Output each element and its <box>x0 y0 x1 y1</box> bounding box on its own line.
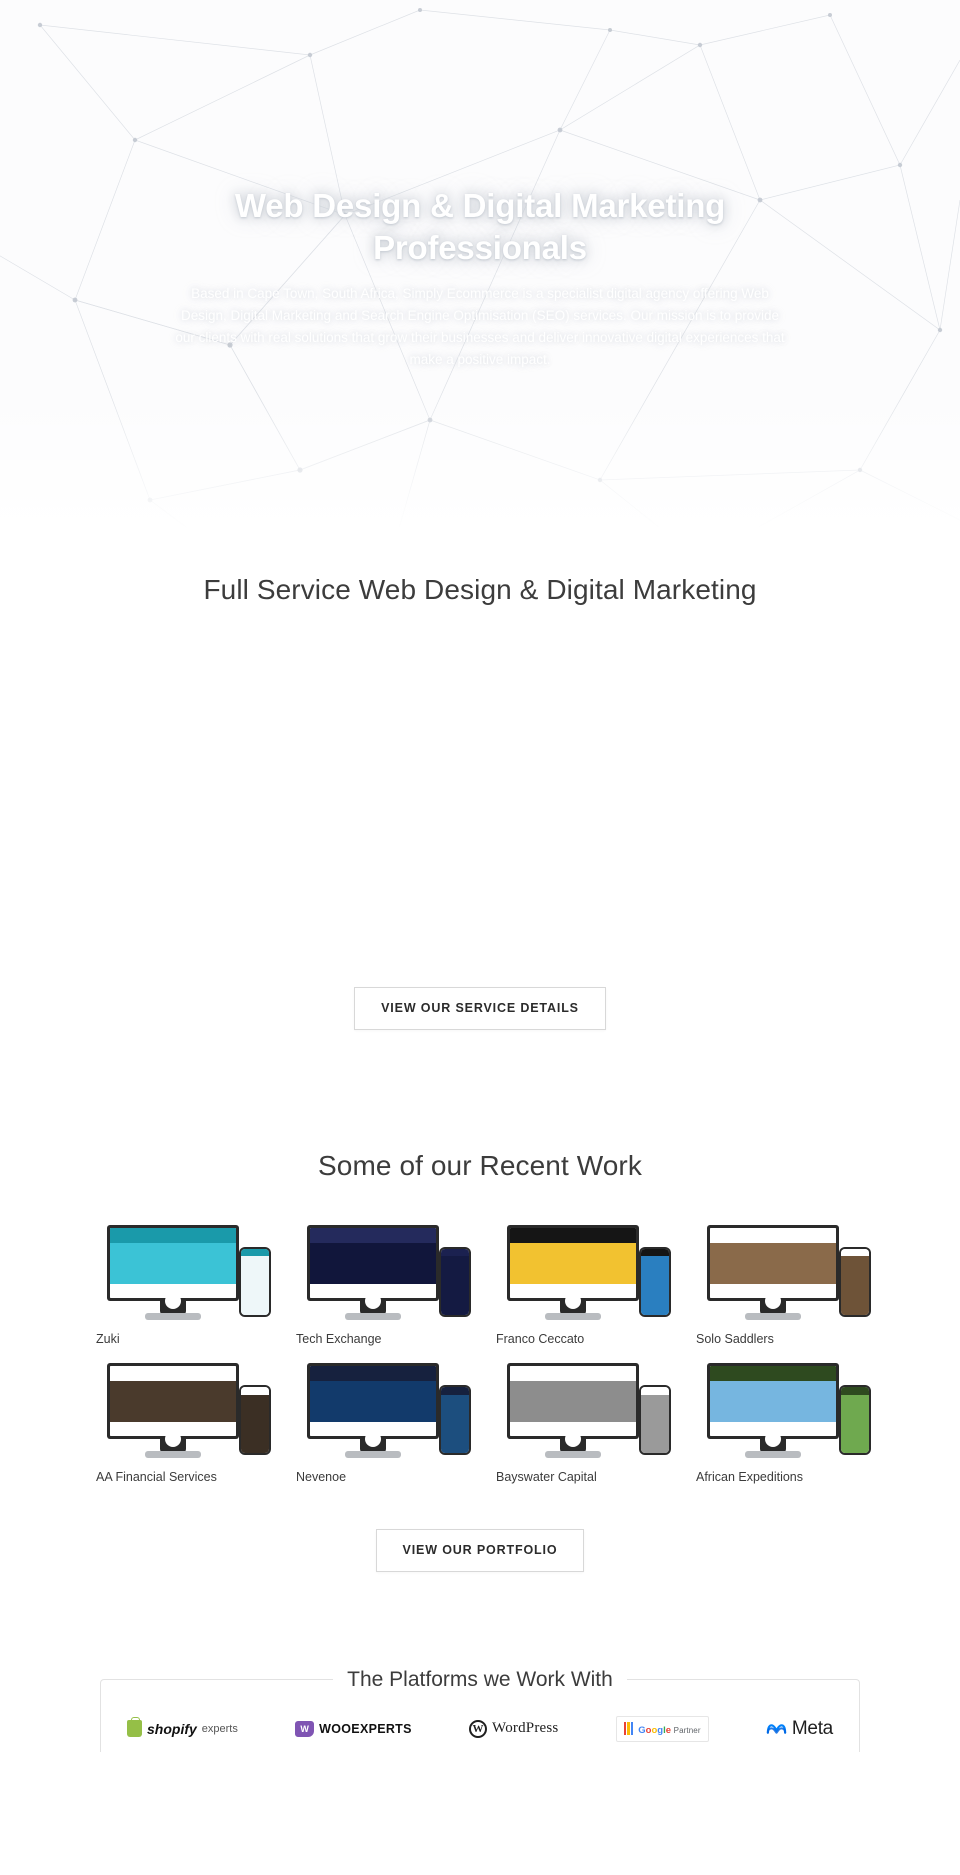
meta-logo[interactable]: Meta <box>766 1718 833 1740</box>
hero-bottom-fade <box>0 390 960 560</box>
portfolio-item[interactable]: African Expeditions <box>680 1361 880 1485</box>
mobile-mockup <box>839 1384 871 1455</box>
cart-icon <box>457 661 503 707</box>
desktop-mockup <box>307 1224 439 1320</box>
portfolio-item-label: African Expeditions <box>696 1469 804 1484</box>
portfolio-item-label: Bayswater Capital <box>496 1469 597 1484</box>
woocommerce-icon <box>295 1720 315 1737</box>
services-title: Full Service Web Design & Digital Market… <box>203 574 757 605</box>
portfolio-thumbnail <box>101 1223 273 1327</box>
chart-icon <box>739 661 785 707</box>
desktop-mockup <box>107 1224 239 1320</box>
platforms-section: The Platforms we Work With shopify exper… <box>0 1667 960 1753</box>
wordpress-icon <box>469 1719 488 1738</box>
shopify-logo-suffix: experts <box>201 1722 238 1735</box>
portfolio-grid: Zuki Tech Exchange Franco Ceccato Solo Sadd… <box>80 1223 880 1486</box>
meta-infinity-icon <box>766 1722 787 1736</box>
wooexperts-logo-text: WOOEXPERTS <box>319 1721 412 1736</box>
wordpress-logo-text: WordPress <box>492 1720 559 1737</box>
mobile-mockup <box>639 1384 671 1455</box>
mobile-mockup <box>239 1384 271 1455</box>
desktop-mockup <box>707 1224 839 1320</box>
mobile-mockup <box>639 1246 671 1317</box>
hero-content: Web Design & Digital Marketing Professio… <box>170 185 790 371</box>
google-partner-text: Google Partner <box>638 1721 700 1738</box>
wordpress-logo[interactable]: WordPress <box>469 1719 559 1738</box>
portfolio-item-label: Solo Saddlers <box>696 1331 774 1346</box>
google-partner-logo[interactable]: Google Partner <box>615 1715 709 1743</box>
desktop-mockup <box>507 1362 639 1458</box>
megaphone-icon <box>457 795 503 841</box>
shopify-logo-text: shopify <box>147 1720 197 1737</box>
portfolio-item[interactable]: Franco Ceccato <box>480 1223 680 1347</box>
portfolio-thumbnail <box>101 1361 273 1465</box>
portfolio-item-label: Franco Ceccato <box>496 1331 585 1346</box>
mobile-mockup <box>439 1384 471 1455</box>
portfolio-item[interactable]: AA Financial Services <box>80 1361 280 1485</box>
mobile-mockup <box>839 1246 871 1317</box>
portfolio-thumbnail <box>701 1223 873 1327</box>
landing-page: Web Design & Digital Marketing Professio… <box>0 0 960 1875</box>
gear-icon <box>739 795 785 841</box>
hero-paragraph: Based in Cape Town, South Africa, Simply… <box>175 286 785 368</box>
portfolio-item-label: Nevenoe <box>296 1469 347 1484</box>
portfolio-item[interactable]: Nevenoe <box>280 1361 480 1485</box>
portfolio-thumbnail <box>301 1223 473 1327</box>
desktop-mockup <box>507 1224 639 1320</box>
view-portfolio-button[interactable]: VIEW OUR PORTFOLIO <box>375 1529 585 1572</box>
search-icon <box>175 795 221 841</box>
portfolio-thumbnail <box>701 1361 873 1465</box>
desktop-mockup <box>707 1362 839 1458</box>
desktop-mockup <box>107 1362 239 1458</box>
portfolio-title: Some of our Recent Work <box>318 1149 642 1181</box>
services-grid <box>70 661 890 891</box>
portfolio-item[interactable]: Bayswater Capital <box>480 1361 680 1485</box>
google-wordmark: Google <box>638 1724 672 1736</box>
services-section: Full Service Web Design & Digital Market… <box>0 560 960 1030</box>
portfolio-item-label: Zuki <box>96 1331 120 1346</box>
portfolio-thumbnail <box>501 1223 673 1327</box>
hero-section: Web Design & Digital Marketing Professio… <box>0 0 960 560</box>
portfolio-cta-row: VIEW OUR PORTFOLIO <box>0 1529 960 1572</box>
mobile-mockup <box>239 1246 271 1317</box>
hero-title: Web Design & Digital Marketing Professio… <box>234 187 726 267</box>
services-cta-row: VIEW OUR SERVICE DETAILS <box>0 987 960 1030</box>
shopify-experts-logo[interactable]: shopify experts <box>127 1717 238 1738</box>
monitor-icon <box>175 661 221 707</box>
meta-logo-text: Meta <box>791 1717 833 1739</box>
view-service-details-button[interactable]: VIEW OUR SERVICE DETAILS <box>354 987 606 1030</box>
desktop-mockup <box>307 1362 439 1458</box>
mobile-mockup <box>439 1246 471 1317</box>
portfolio-thumbnail <box>501 1361 673 1465</box>
portfolio-thumbnail <box>301 1361 473 1465</box>
portfolio-section: Some of our Recent Work Zuki Tech Exchang… <box>0 1148 960 1572</box>
shopify-bag-icon <box>127 1717 142 1738</box>
google-partner-suffix: Partner <box>673 1725 701 1735</box>
portfolio-item-label: AA Financial Services <box>96 1469 217 1484</box>
portfolio-item[interactable]: Solo Saddlers <box>680 1223 880 1347</box>
portfolio-item[interactable]: Zuki <box>80 1223 280 1347</box>
portfolio-item-label: Tech Exchange <box>296 1331 382 1346</box>
google-partner-bars-icon <box>623 1722 634 1736</box>
wooexperts-logo[interactable]: WOOEXPERTS <box>295 1720 412 1737</box>
platforms-title: The Platforms we Work With <box>333 1667 627 1692</box>
portfolio-item[interactable]: Tech Exchange <box>280 1223 480 1347</box>
